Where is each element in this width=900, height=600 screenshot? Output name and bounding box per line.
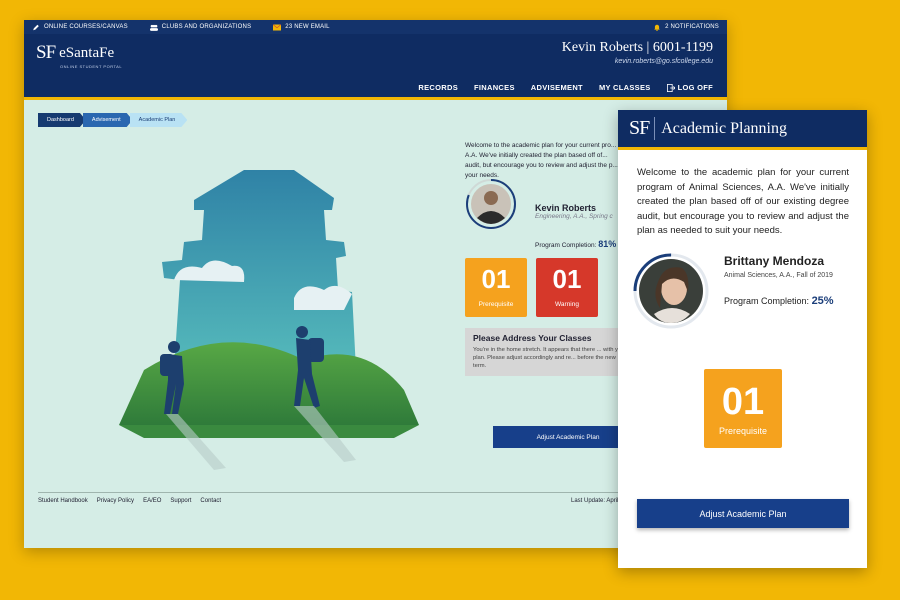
mobile-completion-value: 25% bbox=[811, 295, 834, 307]
student-avatar bbox=[466, 179, 516, 229]
building-hikers-illustration bbox=[119, 170, 419, 470]
mobile-prerequisite-count: 01 bbox=[721, 381, 765, 423]
program-completion-label: Program Completion: bbox=[535, 242, 597, 249]
clubs-link[interactable]: CLUBS AND ORGANIZATIONS bbox=[149, 24, 252, 31]
main-nav: RECORDS FINANCES ADVISEMENT MY CLASSES L… bbox=[418, 83, 713, 92]
bell-icon bbox=[654, 24, 660, 31]
address-classes-panel: Please Address Your Classes You're in th… bbox=[465, 328, 635, 376]
footer-privacy-policy[interactable]: Privacy Policy bbox=[97, 498, 134, 504]
prerequisite-label: Prerequisite bbox=[478, 301, 514, 308]
program-completion: Program Completion: 81% bbox=[535, 239, 616, 249]
mobile-student-program: Animal Sciences, A.A., Fall of 2019 bbox=[724, 272, 833, 279]
mobile-header: SF Academic Planning bbox=[618, 110, 867, 150]
user-email: kevin.roberts@go.sfcollege.edu bbox=[614, 58, 713, 65]
notifications-link[interactable]: 2 NOTIFICATIONS bbox=[653, 24, 719, 31]
breadcrumb: Dashboard Advisement Academic Plan bbox=[38, 113, 184, 127]
breadcrumb-advisement[interactable]: Advisement bbox=[83, 113, 133, 127]
mobile-program-completion: Program Completion: 25% bbox=[724, 295, 834, 307]
footer-contact[interactable]: Contact bbox=[200, 498, 221, 504]
footer-divider bbox=[38, 492, 713, 493]
mobile-student-name: Brittany Mendoza bbox=[724, 254, 825, 268]
mobile-sf-logo[interactable]: SF bbox=[629, 117, 656, 140]
mobile-prerequisite-label: Prerequisite bbox=[718, 426, 768, 436]
mobile-academic-planning: SF Academic Planning Welcome to the acad… bbox=[618, 110, 867, 568]
email-link-label: 23 NEW EMAIL bbox=[285, 24, 330, 30]
nav-records[interactable]: RECORDS bbox=[418, 83, 458, 92]
breadcrumb-dashboard[interactable]: Dashboard bbox=[38, 113, 86, 127]
brand-name: eSantaFe bbox=[59, 44, 115, 61]
nav-log-off-label: LOG OFF bbox=[677, 83, 713, 92]
footer-links: Student Handbook Privacy Policy EA/EO Su… bbox=[38, 498, 221, 504]
nav-my-classes[interactable]: MY CLASSES bbox=[599, 83, 651, 92]
esantafe-logo[interactable]: SF eSantaFe ONLINE STUDENT PORTAL bbox=[36, 42, 122, 69]
nav-log-off[interactable]: LOG OFF bbox=[666, 83, 713, 92]
prerequisite-tile[interactable]: 01 Prerequisite bbox=[465, 258, 527, 317]
desktop-intro-text: Welcome to the academic plan for your cu… bbox=[465, 142, 618, 179]
breadcrumb-academic-plan: Academic Plan bbox=[130, 113, 188, 127]
warning-count: 01 bbox=[552, 264, 582, 294]
mobile-prerequisite-tile[interactable]: 01 Prerequisite bbox=[704, 369, 782, 448]
people-icon bbox=[149, 24, 158, 31]
warning-tile[interactable]: 01 Warning bbox=[536, 258, 598, 317]
program-completion-value: 81% bbox=[598, 239, 617, 249]
last-update: Last Update: April bbox=[571, 498, 619, 504]
student-program: Engineering, A.A., Spring c bbox=[535, 213, 613, 220]
footer-student-handbook[interactable]: Student Handbook bbox=[38, 498, 88, 504]
clubs-link-label: CLUBS AND ORGANIZATIONS bbox=[161, 24, 252, 30]
sf-logo-mark: SF bbox=[36, 42, 56, 63]
address-classes-body: You're in the home stretch. It appears t… bbox=[473, 347, 627, 369]
student-name: Kevin Roberts bbox=[535, 203, 597, 213]
nav-advisement[interactable]: ADVISEMENT bbox=[531, 83, 583, 92]
envelope-icon bbox=[273, 23, 282, 30]
pencil-icon bbox=[33, 24, 39, 30]
footer-ea-eo[interactable]: EA/EO bbox=[143, 498, 161, 504]
mobile-intro-text: Welcome to the academic plan for your cu… bbox=[637, 167, 849, 236]
nav-finances[interactable]: FINANCES bbox=[474, 83, 515, 92]
logout-icon bbox=[666, 83, 675, 92]
canvas-link-label: ONLINE COURSES/CANVAS bbox=[44, 24, 128, 30]
mobile-adjust-plan-button[interactable]: Adjust Academic Plan bbox=[637, 499, 849, 528]
email-link[interactable]: 23 NEW EMAIL bbox=[273, 23, 330, 31]
prerequisite-count: 01 bbox=[481, 264, 511, 294]
utility-bar: ONLINE COURSES/CANVAS CLUBS AND ORGANIZA… bbox=[24, 20, 727, 34]
notifications-link-label: 2 NOTIFICATIONS bbox=[665, 24, 719, 30]
portal-header: SF eSantaFe ONLINE STUDENT PORTAL Kevin … bbox=[24, 34, 727, 100]
mobile-title: Academic Planning bbox=[661, 119, 787, 137]
mobile-student-avatar bbox=[633, 253, 709, 329]
canvas-link[interactable]: ONLINE COURSES/CANVAS bbox=[32, 24, 128, 31]
address-classes-title: Please Address Your Classes bbox=[473, 333, 592, 343]
warning-label: Warning bbox=[555, 301, 579, 308]
footer-support[interactable]: Support bbox=[170, 498, 191, 504]
user-info: Kevin Roberts | 6001-1199 kevin.roberts@… bbox=[562, 40, 713, 65]
mobile-completion-label: Program Completion: bbox=[724, 296, 810, 306]
brand-tagline: ONLINE STUDENT PORTAL bbox=[60, 64, 123, 69]
user-name-id: Kevin Roberts | 6001-1199 bbox=[561, 40, 713, 55]
